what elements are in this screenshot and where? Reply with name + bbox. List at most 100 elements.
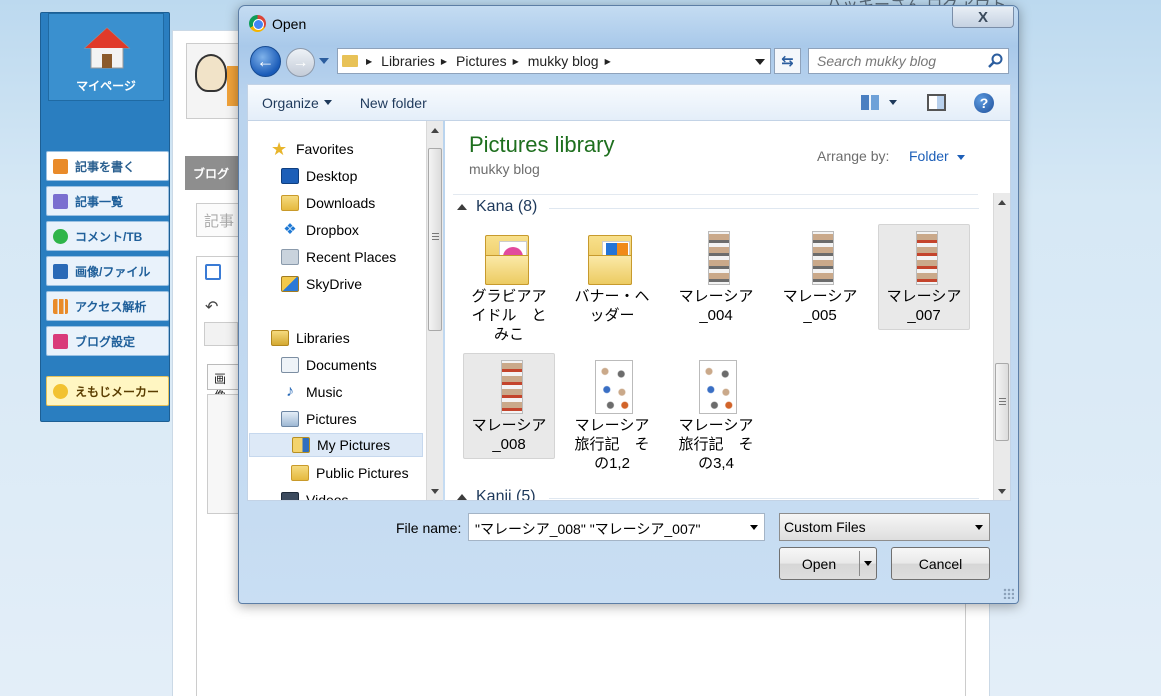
breadcrumb-separator-icon[interactable]: ▶ bbox=[441, 57, 447, 66]
file-name-label: File name: bbox=[396, 520, 462, 536]
nav-access-analytics[interactable]: アクセス解析 bbox=[46, 291, 169, 321]
nav-dropbox[interactable]: ❖ Dropbox bbox=[281, 218, 359, 242]
group-divider bbox=[549, 498, 979, 499]
breadcrumb-separator-icon[interactable]: ▶ bbox=[605, 57, 611, 66]
scrollbar-thumb[interactable] bbox=[428, 148, 442, 331]
breadcrumb-libraries[interactable]: Libraries bbox=[381, 53, 435, 69]
image-thumbnail bbox=[699, 360, 737, 414]
document-icon bbox=[53, 193, 68, 209]
nav-favorites[interactable]: ★ Favorites bbox=[271, 137, 354, 161]
editor-image-tab[interactable]: 画像 bbox=[207, 364, 241, 403]
file-type-select[interactable]: Custom Files bbox=[779, 513, 990, 541]
change-view-icon[interactable] bbox=[861, 95, 879, 110]
edit-icon bbox=[205, 264, 221, 280]
emoji-maker-label: えもじメーカー bbox=[75, 384, 160, 399]
image-item[interactable]: マレーシア 旅行記 そ の3,4 bbox=[670, 353, 762, 472]
address-bar[interactable]: ▶ Libraries ▶ Pictures ▶ mukky blog ▶ bbox=[337, 48, 771, 74]
breadcrumb-separator-icon[interactable]: ▶ bbox=[513, 57, 519, 66]
insert-image-button[interactable] bbox=[204, 322, 238, 346]
nav-videos[interactable]: Videos bbox=[281, 488, 349, 500]
nav-images-files[interactable]: 画像/ファイル bbox=[46, 256, 169, 286]
nav-skydrive[interactable]: SkyDrive bbox=[281, 272, 362, 296]
arrange-by-dropdown[interactable]: Folder bbox=[909, 148, 949, 164]
downloads-folder-icon bbox=[281, 195, 299, 211]
folder-item[interactable]: バナー・ヘ ッダー bbox=[566, 224, 658, 330]
back-button[interactable]: ← bbox=[250, 46, 281, 77]
scrollbar-thumb[interactable] bbox=[995, 363, 1009, 441]
chevron-down-icon[interactable] bbox=[957, 155, 965, 160]
chevron-down-icon[interactable] bbox=[864, 561, 872, 566]
group-header-kana[interactable]: Kana (8) bbox=[457, 198, 537, 216]
chevron-down-icon[interactable] bbox=[975, 525, 983, 530]
group-header-kanji[interactable]: Kanji (5) bbox=[457, 488, 536, 500]
scroll-up-arrow-icon[interactable] bbox=[998, 200, 1006, 205]
nav-desktop[interactable]: Desktop bbox=[281, 164, 357, 188]
house-icon bbox=[83, 27, 131, 69]
folder-item[interactable]: グラビアア イドル と みこ bbox=[463, 224, 555, 343]
breadcrumb-mukky-blog[interactable]: mukky blog bbox=[528, 53, 599, 69]
help-icon[interactable]: ? bbox=[974, 92, 994, 113]
file-name-input[interactable]: "マレーシア_008" "マレーシア_007" bbox=[468, 513, 765, 541]
chevron-down-icon[interactable] bbox=[755, 59, 765, 65]
chevron-down-icon[interactable] bbox=[889, 100, 897, 105]
search-icon[interactable] bbox=[988, 53, 1003, 68]
item-label: マレーシア 旅行記 そ の3,4 bbox=[678, 417, 754, 472]
undo-icon[interactable]: ↶ bbox=[205, 297, 218, 317]
nav-item-label: SkyDrive bbox=[306, 276, 363, 292]
resize-grip-icon[interactable] bbox=[1003, 588, 1014, 599]
close-button[interactable]: X bbox=[952, 7, 1014, 28]
dialog-title: Open bbox=[272, 16, 307, 32]
forward-button[interactable]: → bbox=[286, 48, 315, 77]
organize-button[interactable]: Organize bbox=[262, 95, 332, 111]
recent-locations-dropdown[interactable] bbox=[319, 58, 329, 64]
preview-pane-icon[interactable] bbox=[927, 94, 946, 111]
file-list-pane: Pictures library mukky blog Arrange by: … bbox=[445, 121, 1011, 501]
blog-tab[interactable]: ブログ bbox=[185, 156, 245, 190]
image-item-selected[interactable]: マレーシア _007 bbox=[878, 224, 970, 330]
organize-label: Organize bbox=[262, 94, 319, 111]
image-item-selected[interactable]: マレーシア _008 bbox=[463, 353, 555, 459]
scroll-down-arrow-icon[interactable] bbox=[431, 489, 439, 494]
breadcrumb-separator-icon[interactable]: ▶ bbox=[366, 57, 372, 66]
chevron-down-icon[interactable] bbox=[750, 525, 758, 530]
image-item[interactable]: マレーシア 旅行記 そ の1,2 bbox=[566, 353, 658, 472]
nav-comments[interactable]: コメント/TB bbox=[46, 221, 169, 251]
nav-blog-settings[interactable]: ブログ設定 bbox=[46, 326, 169, 356]
item-label: マレーシア _004 bbox=[678, 288, 754, 324]
group-divider bbox=[549, 208, 979, 209]
nav-documents[interactable]: Documents bbox=[281, 353, 377, 377]
image-thumbnail bbox=[916, 231, 938, 285]
image-item[interactable]: マレーシア _004 bbox=[670, 224, 762, 330]
item-label: グラビアア イドル と みこ bbox=[471, 288, 547, 343]
image-thumbnail bbox=[595, 360, 633, 414]
new-folder-button[interactable]: New folder bbox=[360, 95, 427, 111]
nav-public-pictures[interactable]: Public Pictures bbox=[291, 461, 409, 485]
file-list-scrollbar[interactable] bbox=[993, 193, 1010, 500]
nav-label: 画像/ファイル bbox=[75, 264, 151, 279]
search-input[interactable]: Search mukky blog bbox=[808, 48, 1009, 74]
mypage-button[interactable]: マイページ bbox=[48, 13, 164, 101]
folder-icon bbox=[588, 231, 634, 285]
image-item[interactable]: マレーシア _005 bbox=[774, 224, 866, 330]
nav-write-post[interactable]: 記事を書く bbox=[46, 151, 169, 181]
open-button-label: Open bbox=[801, 555, 837, 572]
library-subtitle: mukky blog bbox=[469, 161, 540, 177]
cancel-button-label: Cancel bbox=[918, 555, 963, 572]
nav-my-pictures[interactable]: My Pictures bbox=[249, 433, 423, 457]
nav-downloads[interactable]: Downloads bbox=[281, 191, 375, 215]
scroll-up-arrow-icon[interactable] bbox=[431, 128, 439, 133]
cancel-button[interactable]: Cancel bbox=[891, 547, 990, 580]
emoji-maker-button[interactable]: えもじメーカー bbox=[46, 376, 169, 406]
nav-libraries[interactable]: Libraries bbox=[271, 326, 350, 350]
nav-post-list[interactable]: 記事一覧 bbox=[46, 186, 169, 216]
breadcrumb-pictures[interactable]: Pictures bbox=[456, 53, 507, 69]
nav-pictures[interactable]: Pictures bbox=[281, 407, 357, 431]
nav-recent-places[interactable]: Recent Places bbox=[281, 245, 396, 269]
nav-music[interactable]: ♪ Music bbox=[281, 380, 343, 404]
scroll-down-arrow-icon[interactable] bbox=[998, 489, 1006, 494]
navigation-scrollbar[interactable] bbox=[426, 121, 443, 500]
nav-label: アクセス解析 bbox=[75, 299, 147, 314]
refresh-button[interactable]: ⇆ bbox=[774, 48, 801, 74]
nav-item-label: My Pictures bbox=[317, 437, 391, 453]
open-button[interactable]: Open bbox=[779, 547, 877, 580]
